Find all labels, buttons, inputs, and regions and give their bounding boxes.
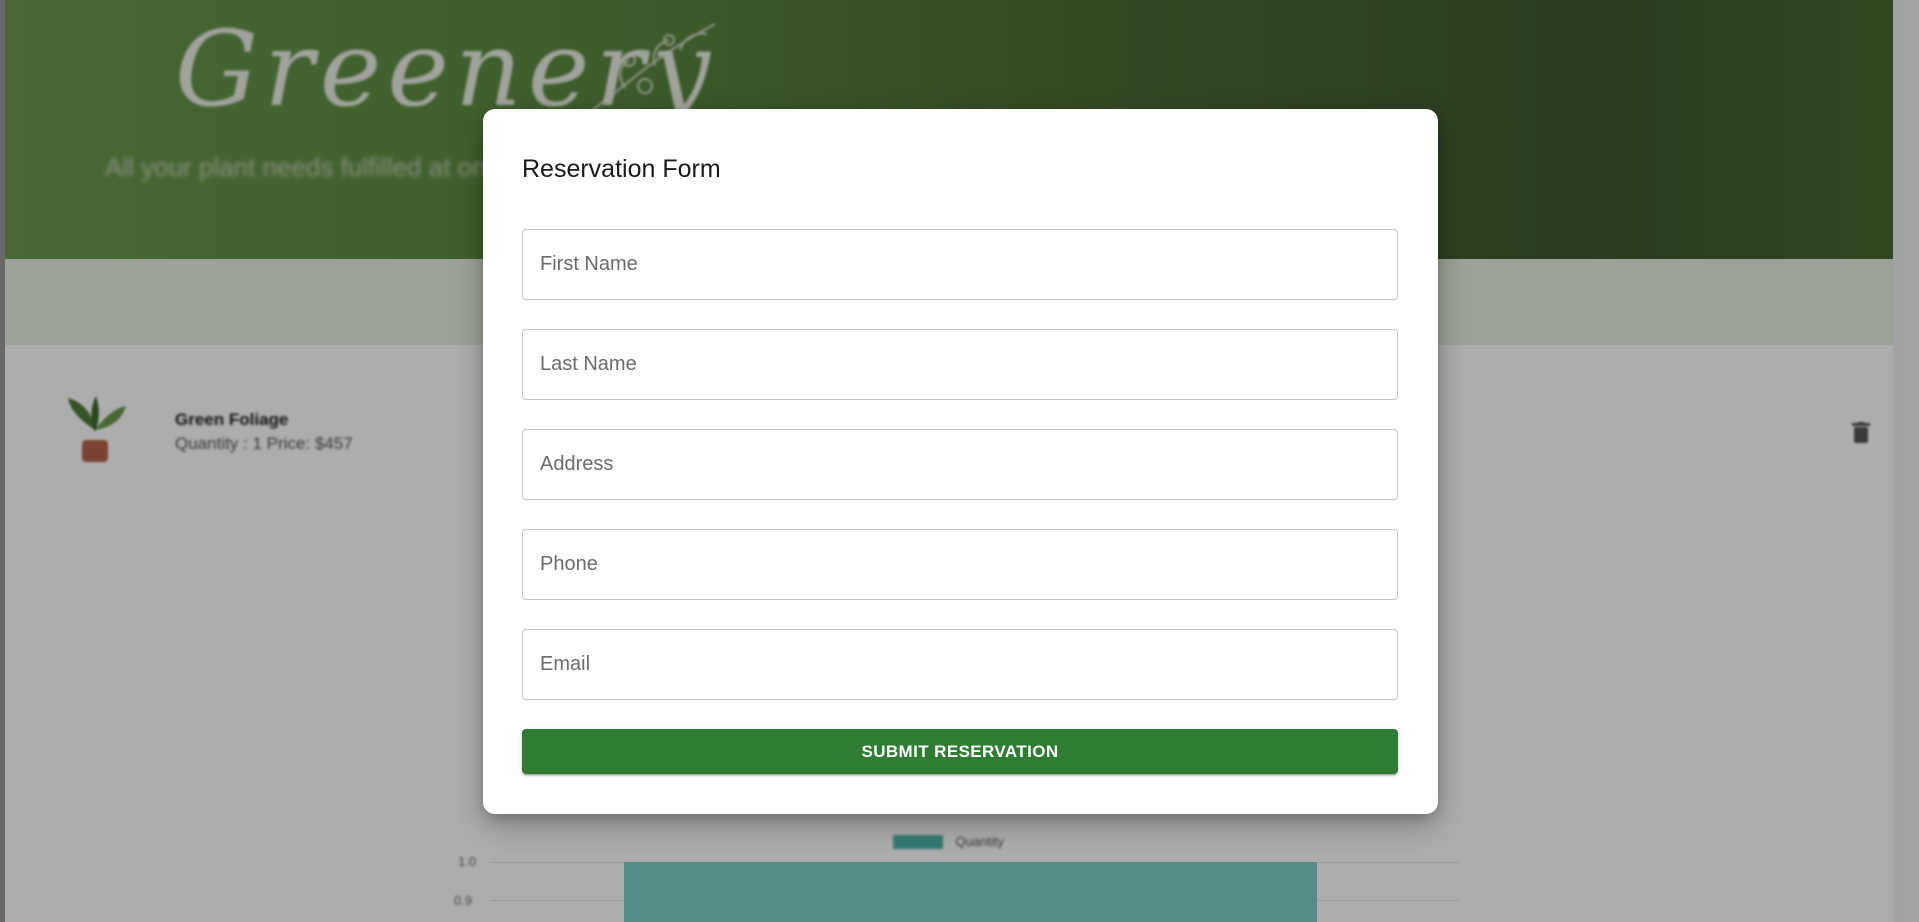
reservation-modal: Reservation Form SUBMIT RESERVATION xyxy=(483,109,1438,814)
submit-reservation-button[interactable]: SUBMIT RESERVATION xyxy=(522,729,1398,774)
email-field[interactable] xyxy=(522,629,1398,700)
first-name-field[interactable] xyxy=(522,229,1398,300)
last-name-field[interactable] xyxy=(522,329,1398,400)
modal-title: Reservation Form xyxy=(522,155,721,183)
phone-field[interactable] xyxy=(522,529,1398,600)
address-field[interactable] xyxy=(522,429,1398,500)
